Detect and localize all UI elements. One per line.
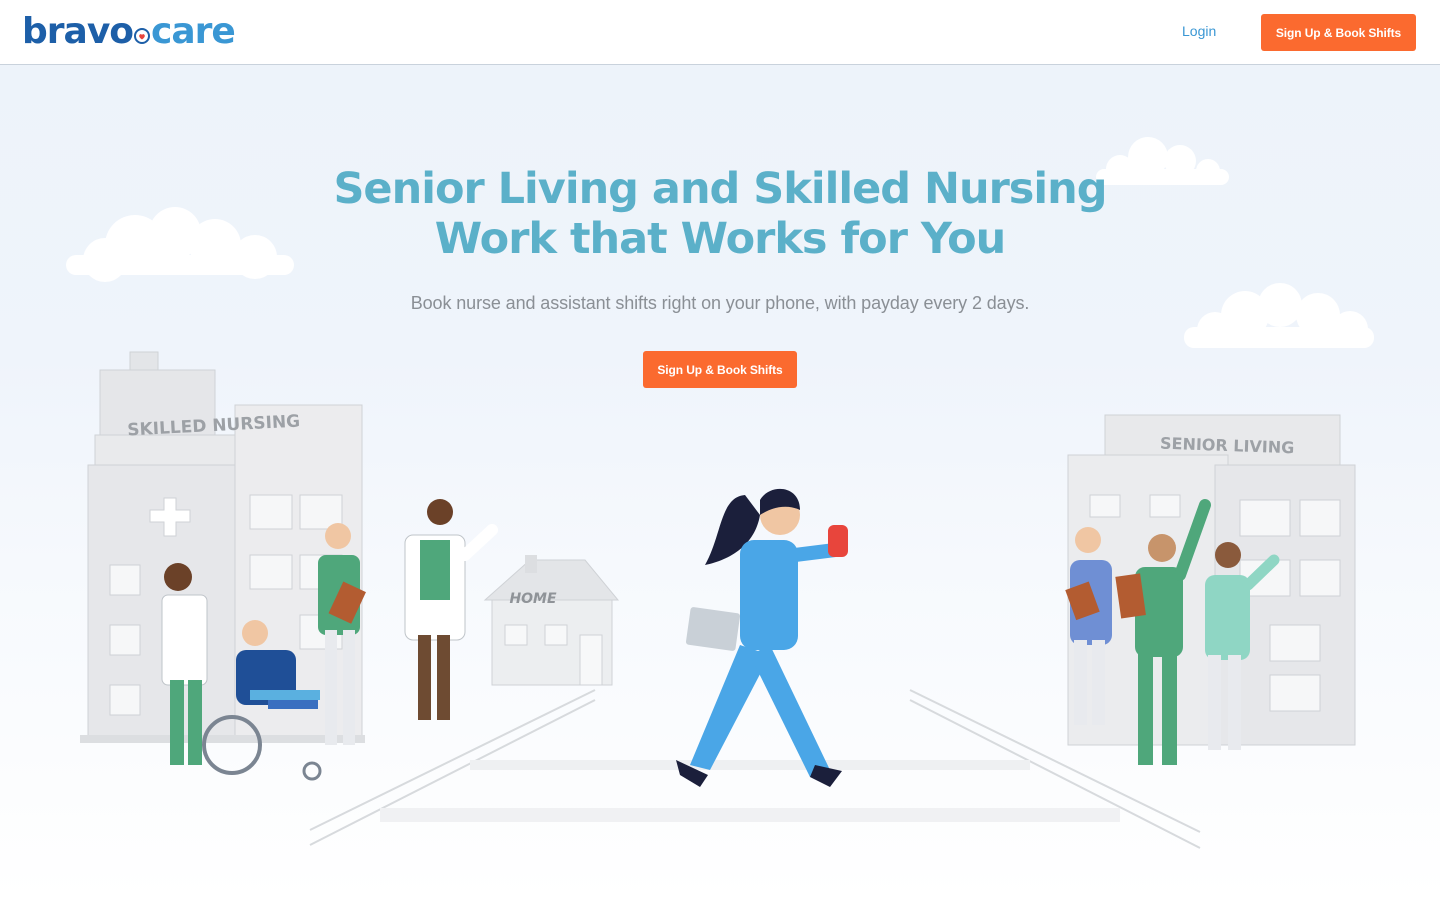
home-house (483, 555, 620, 686)
hero-section: SKILLED NURSING HOME SENIOR LIVING Senio… (0, 65, 1440, 900)
top-navigation-bar: bravo care Login Sign Up & Book Shifts (0, 0, 1440, 65)
hero-signup-button[interactable]: Sign Up & Book Shifts (643, 351, 797, 388)
bravocare-logo[interactable]: bravo care (22, 11, 236, 53)
walking-nurse-with-phone (676, 488, 848, 787)
skilled-nursing-building (80, 351, 365, 743)
logo-text-bravo: bravo (22, 11, 134, 52)
hero-subheadline: Book nurse and assistant shifts right on… (410, 293, 1030, 313)
logo-text-care: care (151, 11, 236, 52)
crosswalk-stripe (470, 760, 1030, 770)
login-link[interactable]: Login (1182, 23, 1216, 39)
hero-headline: Senior Living and Skilled Nursing Work t… (0, 164, 1440, 264)
hero-headline-line1: Senior Living and Skilled Nursing (333, 164, 1107, 214)
heart-pin-icon (134, 28, 151, 44)
home-sign: HOME (509, 591, 557, 607)
crosswalk-stripe (380, 808, 1120, 822)
hero-headline-line2: Work that Works for You (434, 214, 1007, 264)
header-signup-button[interactable]: Sign Up & Book Shifts (1261, 14, 1416, 51)
doctor-waving (404, 499, 498, 720)
